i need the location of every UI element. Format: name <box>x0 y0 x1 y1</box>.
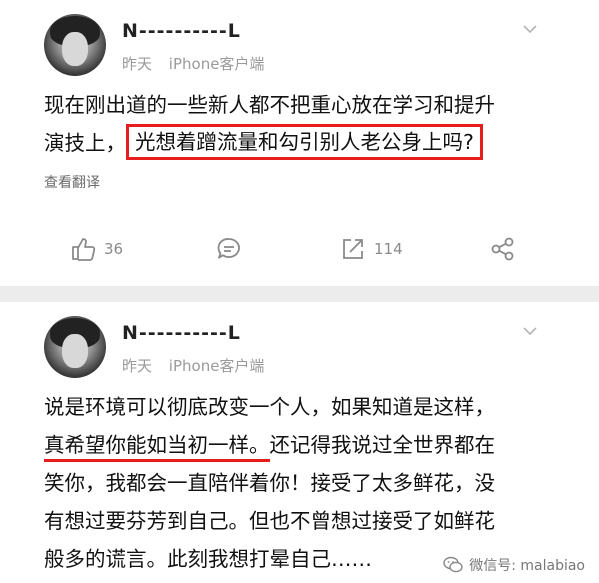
post-meta: 昨天 iPhone客户端 <box>122 355 264 376</box>
post-meta: 昨天 iPhone客户端 <box>122 53 264 74</box>
wechat-watermark: 微信号: malabiao <box>443 555 585 575</box>
chevron-down-icon[interactable] <box>522 324 538 338</box>
weibo-post-1: N----------L 昨天 iPhone客户端 现在刚出道的一些新人都不把重… <box>0 0 599 286</box>
content-line: 说是环境可以彻底改变一个人，如果知道是这样， <box>44 395 495 419</box>
content-text: 还记得我说过全世界都在 <box>269 433 496 457</box>
post-content: 说是环境可以彻底改变一个人，如果知道是这样， 真希望你能如当初一样。还记得我说过… <box>44 388 564 578</box>
content-line: 现在刚出道的一些新人都不把重心放在学习和提升 <box>44 93 495 117</box>
post-separator <box>0 286 599 302</box>
post-source: iPhone客户端 <box>168 55 265 73</box>
weibo-post-2: N----------L 昨天 iPhone客户端 说是环境可以彻底改变一个人，… <box>0 302 599 583</box>
username[interactable]: N----------L <box>122 20 241 42</box>
red-underline-highlight: 真希望你能如当初一样。 <box>44 433 270 462</box>
content-line: 演技上， 光想着蹭流量和勾引别人老公身上吗? <box>44 124 564 162</box>
avatar[interactable] <box>44 14 106 76</box>
avatar[interactable] <box>44 316 106 378</box>
repost-icon <box>343 239 363 259</box>
comment-icon <box>217 238 240 259</box>
content-line: 真希望你能如当初一样。还记得我说过全世界都在 <box>44 426 564 464</box>
post-time: 昨天 <box>122 55 153 73</box>
content-line: 笑你，我都会一直陪伴着你！接受了太多鲜花，没 <box>44 471 495 495</box>
content-line: 有想过要芬芳到自己。但也不曾想过接受了如鲜花 <box>44 509 495 533</box>
chevron-down-icon[interactable] <box>522 22 538 36</box>
watermark-text: 微信号: malabiao <box>469 558 585 574</box>
avatar-face <box>62 32 88 66</box>
wechat-icon <box>443 556 463 573</box>
username[interactable]: N----------L <box>122 322 241 344</box>
thumbs-up-icon <box>72 238 96 261</box>
post-content: 现在刚出道的一些新人都不把重心放在学习和提升 演技上， 光想着蹭流量和勾引别人老公… <box>44 86 564 162</box>
like-button[interactable]: 36 <box>70 234 123 264</box>
comment-button[interactable] <box>216 234 242 264</box>
post-source: iPhone客户端 <box>168 357 265 375</box>
repost-count: 114 <box>374 240 403 258</box>
translate-link[interactable]: 查看翻译 <box>44 172 100 192</box>
share-icon <box>491 237 514 261</box>
post-time: 昨天 <box>122 357 153 375</box>
avatar-face <box>62 334 88 368</box>
like-count: 36 <box>104 240 124 258</box>
action-bar: 36 114 <box>0 228 599 268</box>
share-button[interactable] <box>490 234 516 264</box>
red-highlight-box: 光想着蹭流量和勾引别人老公身上吗? <box>126 124 483 160</box>
content-text: 演技上， <box>44 131 126 155</box>
repost-button[interactable]: 114 <box>340 234 403 264</box>
